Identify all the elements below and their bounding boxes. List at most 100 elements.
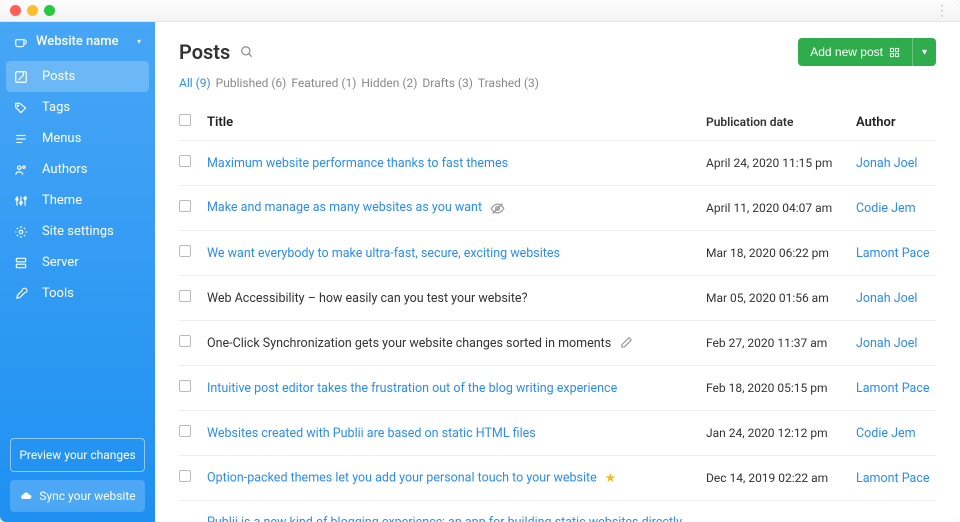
filter-tab[interactable]: All (9) — [179, 76, 214, 90]
post-filters: All (9) Published (6) Featured (1) Hidde… — [179, 76, 936, 90]
table-row: Web Accessibility – how easily can you t… — [179, 276, 936, 321]
column-header-author[interactable]: Author — [856, 115, 936, 130]
post-title-link[interactable]: Intuitive post editor takes the frustrat… — [207, 381, 617, 396]
row-checkbox[interactable] — [179, 200, 191, 212]
nav-label: Tags — [42, 100, 70, 115]
post-author-link[interactable]: Jonah Joel — [856, 291, 917, 306]
table-row: Maximum website performance thanks to fa… — [179, 141, 936, 186]
add-new-post-button[interactable]: Add new post — [798, 38, 912, 66]
table-row: We want everybody to make ultra-fast, se… — [179, 231, 936, 276]
select-all-checkbox[interactable] — [179, 114, 191, 126]
post-date: Dec 14, 2019 02:22 am — [706, 471, 856, 485]
post-author-link[interactable]: Lamont Pace — [856, 471, 930, 486]
filter-tab[interactable]: Trashed (3) — [478, 76, 539, 90]
filter-tab[interactable]: Hidden (2) — [361, 76, 420, 90]
table-row: Publii is a new kind of blogging experie… — [179, 501, 936, 522]
row-checkbox[interactable] — [179, 155, 191, 167]
nav-icon — [14, 256, 34, 270]
column-header-title[interactable]: Title — [207, 115, 706, 130]
site-icon — [14, 35, 28, 49]
search-icon[interactable] — [240, 45, 254, 59]
row-checkbox[interactable] — [179, 335, 191, 347]
overflow-menu-icon[interactable]: ⋮ — [935, 4, 950, 18]
post-date: Mar 05, 2020 01:56 am — [706, 291, 856, 305]
post-date: April 11, 2020 04:07 am — [706, 201, 856, 215]
row-checkbox[interactable] — [179, 245, 191, 257]
post-date: Mar 18, 2020 06:22 pm — [706, 246, 856, 260]
post-author-link[interactable]: Codie Jem — [856, 201, 916, 216]
post-title-link[interactable]: Web Accessibility – how easily can you t… — [207, 291, 527, 306]
add-new-post-dropdown[interactable]: ▾ — [912, 38, 936, 66]
sidebar-item-posts[interactable]: Posts — [6, 61, 149, 92]
sidebar-item-tags[interactable]: Tags — [0, 92, 155, 123]
hidden-icon — [490, 201, 505, 216]
window-titlebar: ⋮ — [0, 0, 960, 22]
post-title-link[interactable]: Maximum website performance thanks to fa… — [207, 156, 508, 171]
post-author-link[interactable]: Jonah Joel — [856, 336, 917, 351]
page-title: Posts — [179, 40, 230, 64]
sidebar-item-tools[interactable]: Tools — [0, 278, 155, 309]
post-title-link[interactable]: We want everybody to make ultra-fast, se… — [207, 246, 560, 261]
table-row: Option-packed themes let you add your pe… — [179, 456, 936, 501]
nav-icon — [14, 132, 34, 146]
post-date: Feb 18, 2020 05:15 pm — [706, 381, 856, 395]
filter-tab[interactable]: Published (6) — [216, 76, 290, 90]
post-date: Feb 27, 2020 11:37 am — [706, 336, 856, 350]
maximize-window-button[interactable] — [44, 5, 55, 16]
post-author-link[interactable]: Codie Jem — [856, 426, 916, 441]
chevron-down-icon: ▾ — [137, 37, 141, 46]
nav-label: Tools — [42, 286, 74, 301]
filter-tab[interactable]: Featured (1) — [291, 76, 359, 90]
row-checkbox[interactable] — [179, 290, 191, 302]
featured-icon: ★ — [605, 470, 616, 486]
sync-button[interactable]: Sync your website — [10, 480, 145, 512]
site-selector[interactable]: Website name ▾ — [0, 22, 155, 61]
main-content: Posts Add new post ▾ All (9) Published (… — [155, 22, 960, 522]
cloud-upload-icon — [19, 490, 33, 502]
site-name: Website name — [36, 34, 119, 49]
post-title-link[interactable]: Websites created with Publii are based o… — [207, 426, 536, 441]
post-author-link[interactable]: Lamont Pace — [856, 381, 930, 396]
preview-button[interactable]: Preview your changes — [10, 438, 145, 472]
nav-icon — [14, 287, 34, 301]
post-date: Jan 24, 2020 12:12 pm — [706, 426, 856, 440]
row-checkbox[interactable] — [179, 380, 191, 392]
grid-icon — [889, 47, 900, 58]
sidebar-item-authors[interactable]: Authors — [0, 154, 155, 185]
nav-icon — [14, 225, 34, 239]
post-title-link[interactable]: Option-packed themes let you add your pe… — [207, 470, 597, 485]
minimize-window-button[interactable] — [27, 5, 38, 16]
sidebar-item-site-settings[interactable]: Site settings — [0, 216, 155, 247]
nav-label: Site settings — [42, 224, 114, 239]
table-header: Title Publication date Author — [179, 104, 936, 141]
filter-tab[interactable]: Drafts (3) — [422, 76, 476, 90]
post-date: April 24, 2020 11:15 pm — [706, 156, 856, 170]
table-row: Make and manage as many websites as you … — [179, 186, 936, 231]
draft-icon — [619, 336, 633, 350]
post-author-link[interactable]: Lamont Pace — [856, 246, 930, 261]
nav-label: Posts — [42, 69, 75, 84]
post-author-link[interactable]: Jonah Joel — [856, 156, 917, 171]
sidebar-item-menus[interactable]: Menus — [0, 123, 155, 154]
table-row: Websites created with Publii are based o… — [179, 411, 936, 456]
table-row: One-Click Synchronization gets your webs… — [179, 321, 936, 366]
nav-label: Menus — [42, 131, 81, 146]
nav-label: Theme — [42, 193, 82, 208]
sidebar-item-server[interactable]: Server — [0, 247, 155, 278]
row-checkbox[interactable] — [179, 470, 191, 482]
row-checkbox[interactable] — [179, 425, 191, 437]
post-title-link[interactable]: Make and manage as many websites as you … — [207, 200, 482, 215]
nav-icon — [14, 101, 34, 115]
close-window-button[interactable] — [10, 5, 21, 16]
column-header-date[interactable]: Publication date — [706, 115, 856, 129]
nav-icon — [14, 70, 34, 84]
post-title-link[interactable]: Publii is a new kind of blogging experie… — [207, 515, 682, 522]
sidebar-item-theme[interactable]: Theme — [0, 185, 155, 216]
table-row: Intuitive post editor takes the frustrat… — [179, 366, 936, 411]
nav-icon — [14, 194, 34, 208]
nav-icon — [14, 163, 34, 177]
sidebar: Website name ▾ Posts Tags Menus Authors Them… — [0, 22, 155, 522]
nav-label: Authors — [42, 162, 88, 177]
nav-label: Server — [42, 255, 79, 270]
post-title-link[interactable]: One-Click Synchronization gets your webs… — [207, 336, 611, 351]
